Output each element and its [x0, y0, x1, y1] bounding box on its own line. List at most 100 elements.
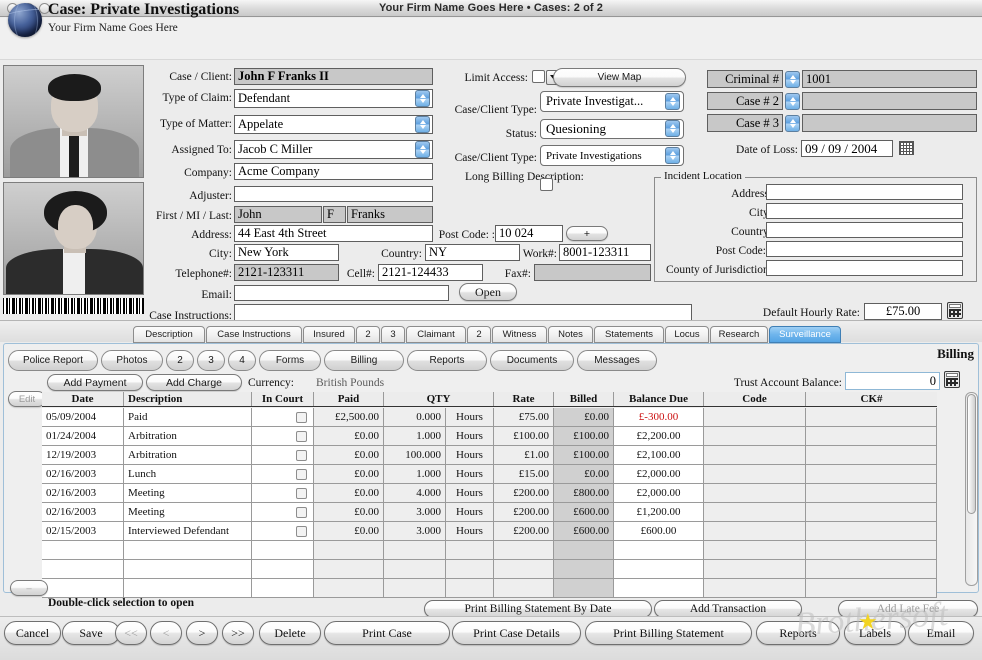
view-map-button[interactable]: View Map — [553, 68, 686, 87]
case-client-type-stepper[interactable] — [665, 93, 680, 110]
footer-cancel-button[interactable]: Cancel — [4, 621, 61, 645]
work-phone-field[interactable]: 8001-123311 — [559, 244, 651, 261]
tab-case-instructions[interactable]: Case Instructions — [206, 326, 302, 343]
incident-address-field[interactable] — [766, 184, 963, 200]
last-name-field[interactable]: Franks — [347, 206, 433, 223]
footer-email-button[interactable]: Email — [908, 621, 974, 645]
tab-3[interactable]: 3 — [381, 326, 405, 343]
incident-country-field[interactable] — [766, 222, 963, 238]
in-court-checkbox-cell[interactable] — [252, 522, 314, 541]
case-client-type-2-combo[interactable]: Private Investigations — [540, 145, 684, 166]
telephone-field[interactable]: 2121-123311 — [234, 264, 339, 281]
in-court-checkbox-cell[interactable] — [252, 408, 314, 427]
footer--button[interactable]: > — [186, 621, 218, 645]
type-of-claim-field[interactable]: Defendant — [234, 89, 433, 108]
criminal-number-field[interactable]: 1001 — [802, 70, 977, 88]
subtab-documents[interactable]: Documents — [490, 350, 574, 371]
add-payment-button[interactable]: Add Payment — [47, 374, 143, 391]
address-field[interactable]: 44 East 4th Street — [234, 225, 433, 242]
adjuster-field[interactable] — [234, 186, 433, 202]
in-court-checkbox[interactable] — [296, 506, 307, 518]
first-name-field[interactable]: John — [234, 206, 322, 223]
type-of-claim-stepper[interactable] — [415, 90, 430, 107]
case-client-field[interactable]: John F Franks II — [234, 68, 433, 85]
billing-table-scrollbar[interactable] — [965, 392, 978, 586]
incident-post-code-field[interactable] — [766, 241, 963, 257]
table-row[interactable]: 05/09/2004 Paid £2,500.00 0.000 Hours £75.00 £… — [42, 408, 937, 427]
city-field[interactable]: New York — [234, 244, 339, 261]
table-row[interactable]: 02/16/2003 Lunch £0.00 1.000 Hours £15.00 £0.0… — [42, 465, 937, 484]
cell-phone-field[interactable]: 2121-124433 — [378, 264, 483, 281]
case-client-type-2-stepper[interactable] — [665, 147, 680, 164]
subtab-reports[interactable]: Reports — [407, 350, 487, 371]
footer-reports-button[interactable]: Reports — [756, 621, 840, 645]
in-court-checkbox[interactable] — [296, 430, 307, 442]
incident-city-field[interactable] — [766, 203, 963, 219]
middle-initial-field[interactable]: F — [323, 206, 346, 223]
in-court-checkbox[interactable] — [296, 449, 307, 461]
footer-delete-button[interactable]: Delete — [259, 621, 321, 645]
tab-description[interactable]: Description — [133, 326, 205, 343]
fax-field[interactable] — [534, 264, 651, 281]
table-row[interactable]: 02/16/2003 Meeting £0.00 4.000 Hours £200.00 £… — [42, 484, 937, 503]
trust-account-balance-field[interactable]: 0 — [845, 372, 940, 390]
tab-2[interactable]: 2 — [356, 326, 380, 343]
tab-2[interactable]: 2 — [467, 326, 491, 343]
criminal-number-stepper[interactable] — [785, 71, 800, 88]
open-email-button[interactable]: Open — [459, 283, 517, 301]
country-field[interactable]: NY — [425, 244, 520, 261]
date-of-loss-field[interactable]: 09 / 09 / 2004 — [801, 140, 893, 157]
tab-locus[interactable]: Locus — [665, 326, 709, 343]
in-court-checkbox-cell[interactable] — [252, 446, 314, 465]
tab-research[interactable]: Research — [710, 326, 768, 343]
subtab-2[interactable]: 2 — [166, 350, 194, 371]
in-court-checkbox-cell[interactable] — [252, 503, 314, 522]
in-court-checkbox[interactable] — [296, 525, 307, 537]
trust-calculator-icon[interactable] — [944, 371, 960, 388]
default-hourly-rate-field[interactable]: £75.00 — [864, 303, 942, 320]
table-row[interactable]: 02/16/2003 Meeting £0.00 3.000 Hours £200.00 £… — [42, 503, 937, 522]
table-row[interactable]: 01/24/2004 Arbitration £0.00 1.000 Hours £100… — [42, 427, 937, 446]
subtab-3[interactable]: 3 — [197, 350, 225, 371]
in-court-checkbox-cell[interactable] — [252, 541, 314, 560]
assigned-to-stepper[interactable] — [415, 141, 430, 158]
in-court-checkbox[interactable] — [296, 468, 307, 480]
table-row[interactable] — [42, 560, 937, 579]
type-of-matter-stepper[interactable] — [415, 116, 430, 133]
tab-notes[interactable]: Notes — [548, 326, 593, 343]
type-of-matter-field[interactable]: Appelate — [234, 115, 433, 134]
table-row[interactable] — [42, 541, 937, 560]
limit-access-checkbox[interactable] — [532, 70, 545, 83]
footer--button[interactable]: >> — [222, 621, 254, 645]
calendar-icon[interactable] — [899, 141, 914, 155]
subtab-messages[interactable]: Messages — [577, 350, 657, 371]
case-client-type-combo[interactable]: Private Investigat... — [540, 91, 684, 112]
status-combo[interactable]: Quesioning — [540, 119, 684, 139]
table-row[interactable]: 12/19/2003 Arbitration £0.00 100.000 Hours £1… — [42, 446, 937, 465]
case-3-field[interactable] — [802, 114, 977, 132]
footer-print-case-details-button[interactable]: Print Case Details — [452, 621, 581, 645]
scrollbar-thumb[interactable] — [967, 394, 976, 514]
edit-row-button[interactable]: Edit — [8, 391, 46, 407]
assigned-to-field[interactable]: Jacob C Miller — [234, 140, 433, 159]
case-2-stepper[interactable] — [785, 93, 800, 110]
company-field[interactable]: Acme Company — [234, 163, 433, 180]
case-instructions-field[interactable] — [234, 304, 692, 321]
tab-insured[interactable]: Insured — [303, 326, 355, 343]
footer-print-billing-statement-button[interactable]: Print Billing Statement — [585, 621, 752, 645]
in-court-checkbox-cell[interactable] — [252, 579, 314, 598]
table-row[interactable]: 02/15/2003 Interviewed Defendant £0.00 3.00… — [42, 522, 937, 541]
tab-witness[interactable]: Witness — [492, 326, 547, 343]
in-court-checkbox[interactable] — [296, 411, 307, 423]
county-of-jurisdiction-field[interactable] — [766, 260, 963, 276]
in-court-checkbox-cell[interactable] — [252, 465, 314, 484]
tab-statements[interactable]: Statements — [594, 326, 664, 343]
table-row[interactable] — [42, 579, 937, 598]
subtab-forms[interactable]: Forms — [259, 350, 321, 371]
subtab-police-report[interactable]: Police Report — [8, 350, 98, 371]
in-court-checkbox[interactable] — [296, 487, 307, 499]
subtab-4[interactable]: 4 — [228, 350, 256, 371]
email-field[interactable] — [234, 285, 449, 301]
subtab-billing[interactable]: Billing — [324, 350, 404, 371]
footer-save-button[interactable]: Save — [62, 621, 120, 645]
